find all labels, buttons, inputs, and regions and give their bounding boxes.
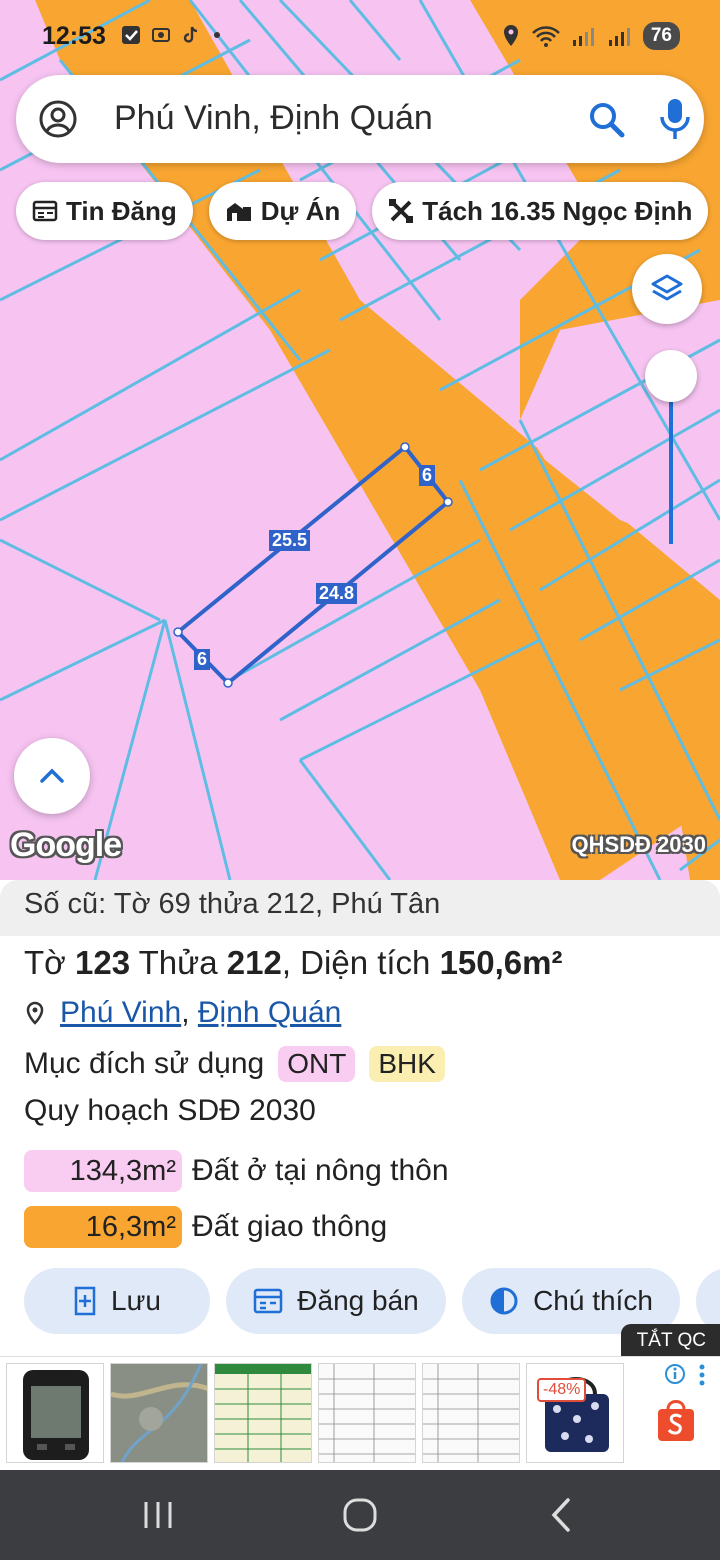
search-input[interactable]: Phú Vinh, Định Quán [114,99,433,138]
discount-badge: -48% [537,1378,587,1402]
dimension-label-right: 6 [419,465,436,486]
status-time: 12:53 [42,22,106,50]
parcel-number: 212 [226,944,282,981]
aerial-map-image [111,1364,207,1462]
land-use-tag-ont: ONT [278,1046,356,1082]
system-navigation-bar [0,1470,720,1560]
shopee-icon[interactable] [654,1397,698,1443]
search-icon[interactable] [588,101,626,139]
screenshot-icon [152,28,170,42]
ad-aerial-map[interactable] [110,1363,208,1463]
search-bar[interactable]: Phú Vinh, Định Quán [16,75,704,163]
location-separator: , [181,996,198,1029]
legend-label: Chú thích [533,1285,653,1316]
opacity-slider-handle[interactable] [645,350,697,402]
ad-banner[interactable]: -48% [0,1356,720,1468]
plan-item-label: Đất ở tại nông thôn [192,1154,449,1187]
sheet-label: Tờ [24,944,66,981]
plan-item-label: Đất giao thông [192,1210,388,1243]
bookmark-add-icon [74,1286,96,1316]
plan-layer-tag: QHSDĐ 2030 [571,832,706,857]
signal-icon [572,28,594,46]
ad-bag[interactable]: -48% [526,1363,624,1463]
notification-icons [120,24,220,46]
layers-button[interactable] [632,254,702,324]
contrast-icon [490,1287,518,1315]
sheet-number: 123 [74,944,131,981]
chip-label: Tách 16.35 Ngọc Định [422,195,693,226]
commune-link[interactable]: Phú Vinh [60,996,181,1030]
ad-table-1[interactable] [318,1363,416,1463]
news-icon [32,200,58,222]
tiktok-icon [183,26,198,43]
list-for-sale-button[interactable]: Đăng bán [226,1268,446,1334]
tools-icon [389,199,414,223]
plan-area-box: 134,3m² [24,1150,182,1192]
battery-indicator: 76 [642,22,680,50]
filter-chips: Tin Đăng Dự Án Tách 16.35 Ngọc Định [16,182,709,240]
expand-panel-button[interactable] [14,738,90,814]
parcel-title: Tờ 123 Thửa 212, Diện tích 150,6m² [24,944,563,982]
phone-list-image [215,1364,311,1462]
gps-device-image [23,1370,89,1460]
location-icon [503,25,518,46]
system-icons: 76 [501,22,680,50]
dimension-label-left: 6 [194,649,211,670]
status-bar: 12:53 76 [0,0,720,76]
land-use-label: Mục đích sử dụng [24,1047,265,1080]
chevron-up-icon [40,768,64,783]
chip-tin-dang[interactable]: Tin Đăng [16,182,193,240]
plan-item-road: 16,3m² Đất giao thông [24,1206,387,1248]
microphone-icon[interactable] [656,97,694,141]
map-view[interactable]: 25.5 24.8 6 6 12:53 76 Phú Vinh, Định Qu… [0,0,720,880]
info-icon[interactable] [664,1363,686,1385]
area-label: Diện tích [300,944,431,981]
list-for-sale-label: Đăng bán [297,1285,419,1316]
hide-ads-button[interactable]: TẮT QC [620,1324,720,1358]
location-pin-icon [26,1001,44,1025]
back-icon[interactable] [536,1490,586,1540]
parcel-label: Thửa [138,944,218,981]
area-value: 150,6m² [439,944,563,981]
chip-tach[interactable]: Tách 16.35 Ngọc Định [372,182,709,240]
wifi-icon [531,26,560,47]
recent-apps-icon[interactable] [133,1490,183,1540]
more-notifications-dot [214,32,220,38]
building-icon [226,203,251,221]
ad-phone-list[interactable] [214,1363,312,1463]
table-image [319,1364,415,1462]
google-logo: Google [10,826,122,864]
account-icon[interactable] [38,99,78,139]
ad-table-2[interactable] [422,1363,520,1463]
land-use-line: Mục đích sử dụng ONT BHK [24,1046,445,1082]
signal-icon-2 [608,28,630,46]
checkbox-icon [122,26,140,44]
chip-label: Tin Đăng [66,195,177,226]
save-button[interactable]: Lưu [24,1268,210,1334]
dimension-label-top: 25.5 [269,530,311,551]
listing-icon [254,1288,283,1314]
action-buttons: Lưu Đăng bán Chú thích [24,1268,680,1334]
district-link[interactable]: Định Quán [198,996,341,1030]
land-use-tag-bhk: BHK [369,1046,445,1082]
home-icon[interactable] [335,1490,385,1540]
save-label: Lưu [111,1285,161,1316]
table-image [423,1364,519,1462]
chip-label: Dự Án [260,195,341,226]
plan-title: Quy hoạch SDĐ 2030 [24,1094,316,1127]
location-line: Phú Vinh, Định Quán [24,996,341,1030]
old-parcel-number: Số cũ: Tờ 69 thửa 212, Phú Tân [0,880,720,936]
more-vert-icon[interactable] [698,1363,706,1387]
layers-icon [651,274,683,301]
ad-product-gps[interactable] [6,1363,104,1463]
plan-item-residential: 134,3m² Đất ở tại nông thôn [24,1150,449,1192]
plan-area-box: 16,3m² [24,1206,182,1248]
comma-separator: , [281,944,291,981]
chip-du-an[interactable]: Dự Án [208,182,357,240]
dimension-label-bottom: 24.8 [316,583,358,604]
